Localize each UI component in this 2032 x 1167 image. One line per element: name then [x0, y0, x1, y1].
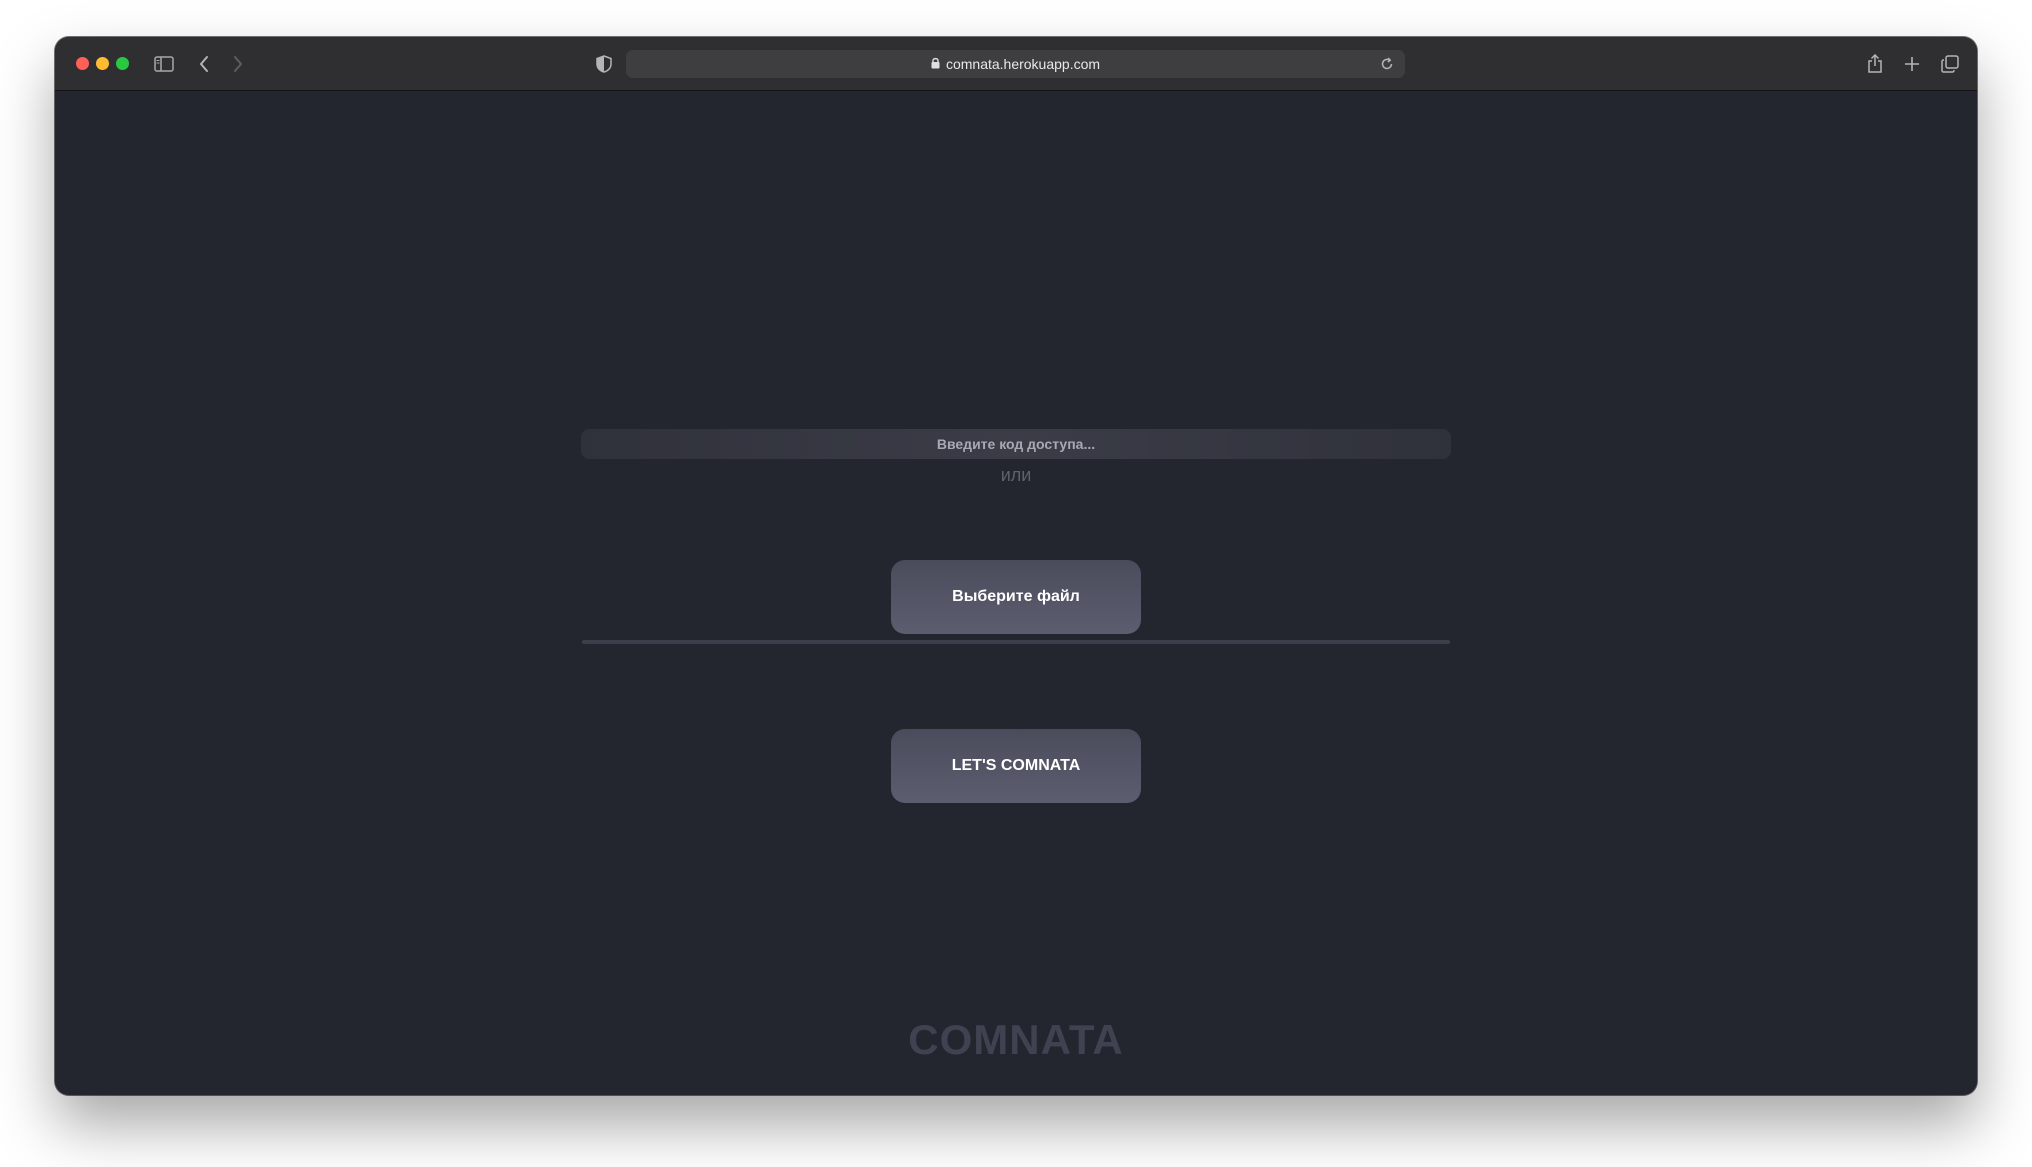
- window-close-button[interactable]: [76, 57, 89, 70]
- choose-file-button[interactable]: Выберите файл: [891, 560, 1141, 634]
- sidebar-icon[interactable]: [151, 51, 177, 77]
- chevron-left-icon[interactable]: [191, 51, 217, 77]
- page-content: или Выберите файл LET'S COMNATA COMNATA: [55, 91, 1977, 1095]
- window-maximize-button[interactable]: [116, 57, 129, 70]
- section-divider: [582, 640, 1450, 644]
- chevron-right-icon[interactable]: [225, 51, 251, 77]
- window-minimize-button[interactable]: [96, 57, 109, 70]
- browser-toolbar: comnata.herokuapp.com: [55, 37, 1977, 91]
- tabs-overview-icon[interactable]: [1937, 51, 1963, 77]
- lets-comnata-button[interactable]: LET'S COMNATA: [891, 729, 1141, 803]
- share-icon[interactable]: [1862, 51, 1888, 77]
- address-url: comnata.herokuapp.com: [945, 56, 1101, 72]
- address-bar[interactable]: comnata.herokuapp.com: [626, 50, 1405, 78]
- lock-icon: [931, 56, 940, 72]
- browser-window: comnata.herokuapp.com или Выберите файл …: [55, 37, 1977, 1095]
- shield-icon[interactable]: [591, 51, 617, 77]
- or-separator-label: или: [1000, 465, 1032, 485]
- brand-logo-text: COMNATA: [908, 1016, 1124, 1063]
- access-code-input[interactable]: [581, 429, 1451, 459]
- reload-icon[interactable]: [1374, 51, 1400, 77]
- plus-icon[interactable]: [1899, 51, 1925, 77]
